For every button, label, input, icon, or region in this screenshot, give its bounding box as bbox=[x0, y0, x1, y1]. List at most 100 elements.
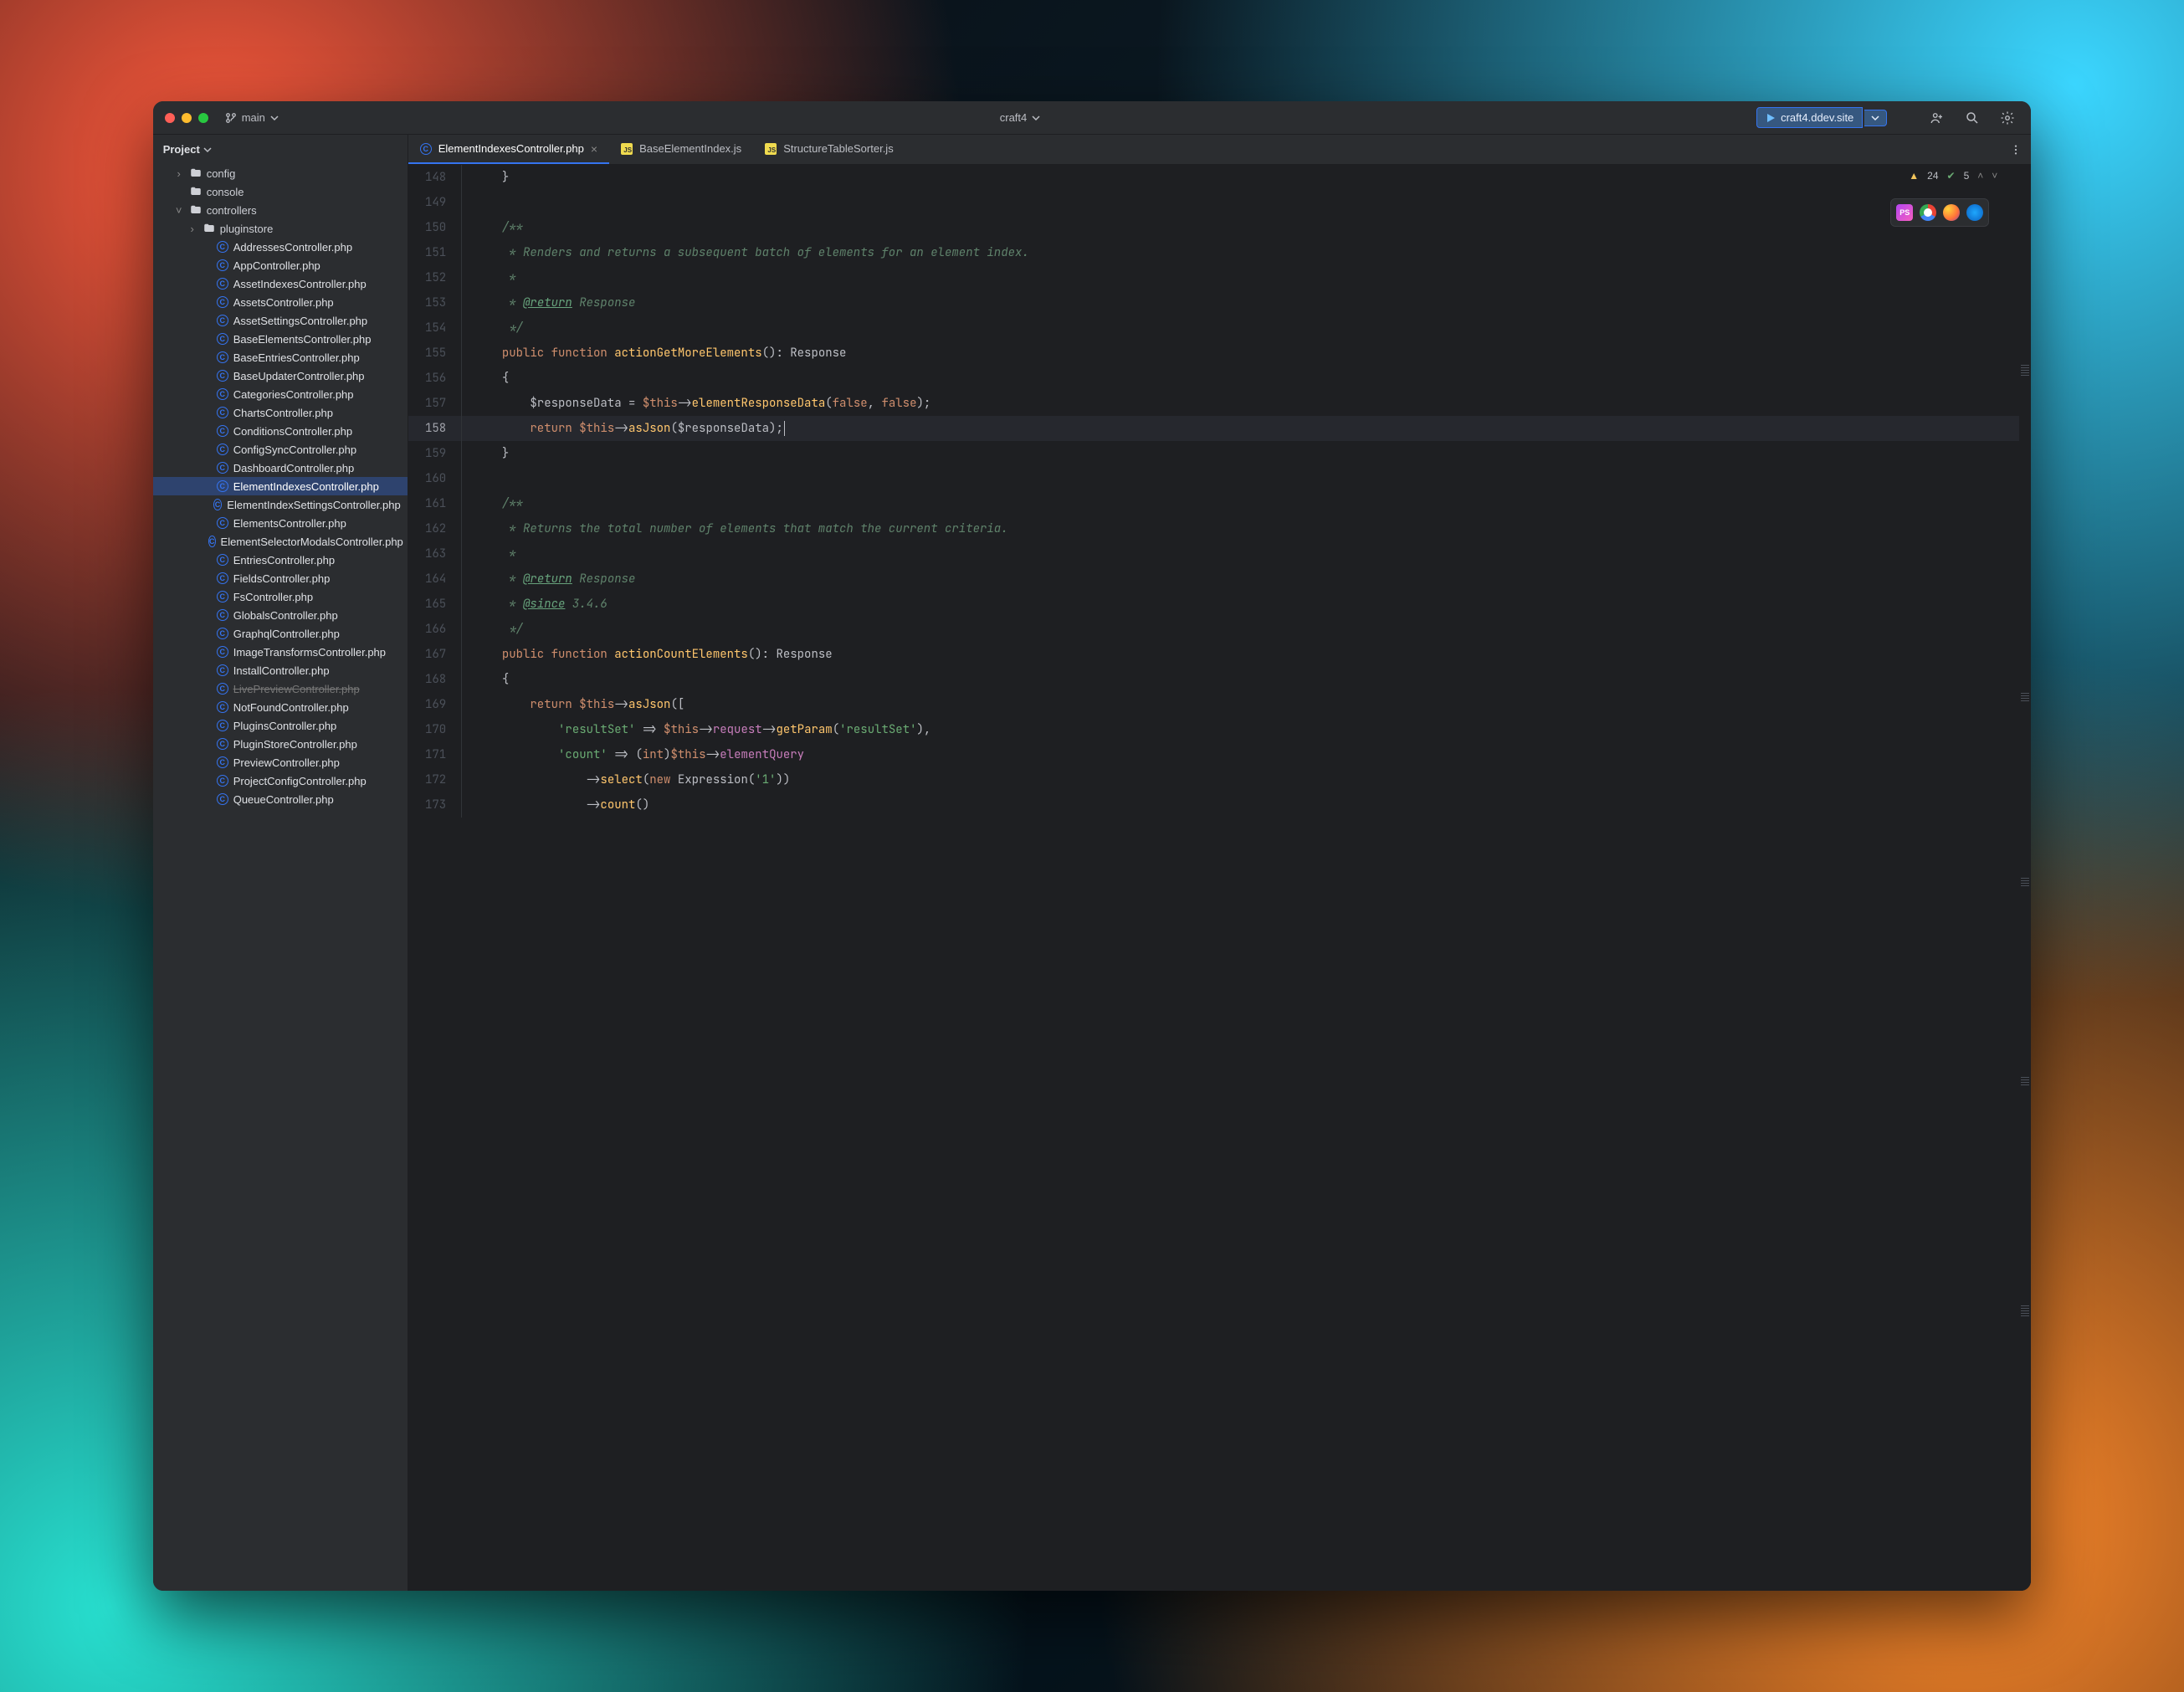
tree-file[interactable]: ›CAddressesController.php bbox=[153, 238, 408, 256]
search-everywhere-button[interactable] bbox=[1961, 106, 1984, 130]
tree-file[interactable]: ›CElementIndexSettingsController.php bbox=[153, 495, 408, 514]
gutter-line-number[interactable]: 171 bbox=[408, 742, 462, 767]
tree-folder[interactable]: ›config bbox=[153, 164, 408, 182]
gutter-line-number[interactable]: 160 bbox=[408, 466, 462, 491]
tree-file[interactable]: ›CBaseElementsController.php bbox=[153, 330, 408, 348]
error-stripe[interactable] bbox=[2019, 165, 2031, 1590]
run-button[interactable]: craft4.ddev.site bbox=[1756, 107, 1863, 128]
tree-file[interactable]: ›CQueueController.php bbox=[153, 790, 408, 808]
vcs-branch-widget[interactable]: main bbox=[220, 109, 284, 126]
code-line[interactable]: 'resultSet' => $this->request->getParam(… bbox=[462, 717, 2032, 742]
tree-file[interactable]: ›CDashboardController.php bbox=[153, 459, 408, 477]
minimize-window-button[interactable] bbox=[182, 113, 192, 123]
code-line[interactable]: * @return Response bbox=[462, 290, 2032, 315]
code-line[interactable]: */ bbox=[462, 315, 2032, 341]
tree-file[interactable]: ›CChartsController.php bbox=[153, 403, 408, 422]
code-line[interactable]: */ bbox=[462, 617, 2032, 642]
gutter-line-number[interactable]: 170 bbox=[408, 717, 462, 742]
tree-file[interactable]: ›CAssetsController.php bbox=[153, 293, 408, 311]
editor-tab[interactable]: JSBaseElementIndex.js bbox=[609, 135, 753, 164]
tree-folder[interactable]: ˅controllers bbox=[153, 201, 408, 219]
gutter-line-number[interactable]: 149 bbox=[408, 190, 462, 215]
tree-folder[interactable]: console bbox=[153, 182, 408, 201]
tabs-menu-button[interactable] bbox=[2001, 135, 2031, 164]
gutter-line-number[interactable]: 156 bbox=[408, 366, 462, 391]
gutter-line-number[interactable]: 158 bbox=[408, 416, 462, 441]
tree-file[interactable]: ›CInstallController.php bbox=[153, 661, 408, 679]
code-line[interactable]: return $this->asJson([ bbox=[462, 692, 2032, 717]
code-line[interactable]: } bbox=[462, 441, 2032, 466]
code-line[interactable] bbox=[462, 190, 2032, 215]
project-selector[interactable]: craft4 bbox=[1000, 111, 1041, 124]
tree-file[interactable]: ›CConditionsController.php bbox=[153, 422, 408, 440]
code-line[interactable]: { bbox=[462, 366, 2032, 391]
code-editor[interactable]: 148 }149 150 /**151 * Renders and return… bbox=[408, 165, 2032, 1590]
gutter-line-number[interactable]: 165 bbox=[408, 592, 462, 617]
tree-file[interactable]: ›CFieldsController.php bbox=[153, 569, 408, 587]
tree-file[interactable]: ›CNotFoundController.php bbox=[153, 698, 408, 716]
gutter-line-number[interactable]: 173 bbox=[408, 792, 462, 818]
tree-file[interactable]: ›CConfigSyncController.php bbox=[153, 440, 408, 459]
tree-file[interactable]: ›CElementSelectorModalsController.php bbox=[153, 532, 408, 551]
tree-file[interactable]: ›CGraphqlController.php bbox=[153, 624, 408, 643]
project-tree[interactable]: ›configconsole˅controllers›pluginstore›C… bbox=[153, 164, 408, 1590]
code-line[interactable]: * Renders and returns a subsequent batch… bbox=[462, 240, 2032, 265]
tree-file[interactable]: ›CFsController.php bbox=[153, 587, 408, 606]
run-config-dropdown[interactable] bbox=[1864, 110, 1887, 126]
tree-file[interactable]: ›CAssetSettingsController.php bbox=[153, 311, 408, 330]
tree-file[interactable]: ›CElementIndexesController.php bbox=[153, 477, 408, 495]
tree-file[interactable]: ›CEntriesController.php bbox=[153, 551, 408, 569]
editor-tab[interactable]: CElementIndexesController.php× bbox=[408, 135, 609, 164]
gutter-line-number[interactable]: 167 bbox=[408, 642, 462, 667]
close-tab-button[interactable]: × bbox=[591, 143, 597, 155]
editor-tab[interactable]: JSStructureTableSorter.js bbox=[753, 135, 905, 164]
gutter-line-number[interactable]: 152 bbox=[408, 265, 462, 290]
gutter-line-number[interactable]: 172 bbox=[408, 767, 462, 792]
code-with-me-button[interactable] bbox=[1925, 106, 1949, 130]
tree-folder[interactable]: ›pluginstore bbox=[153, 219, 408, 238]
gutter-line-number[interactable]: 168 bbox=[408, 667, 462, 692]
project-tool-header[interactable]: Project bbox=[153, 135, 408, 164]
code-line[interactable]: * bbox=[462, 265, 2032, 290]
code-line[interactable]: ->count() bbox=[462, 792, 2032, 818]
tree-file[interactable]: ›CAppController.php bbox=[153, 256, 408, 274]
tree-file[interactable]: ›CPreviewController.php bbox=[153, 753, 408, 772]
gutter-line-number[interactable]: 162 bbox=[408, 516, 462, 541]
tree-file[interactable]: ›CElementsController.php bbox=[153, 514, 408, 532]
code-line[interactable]: /** bbox=[462, 215, 2032, 240]
code-line[interactable]: public function actionCountElements(): R… bbox=[462, 642, 2032, 667]
settings-button[interactable] bbox=[1996, 106, 2019, 130]
gutter-line-number[interactable]: 153 bbox=[408, 290, 462, 315]
tree-file[interactable]: ›CCategoriesController.php bbox=[153, 385, 408, 403]
tree-file[interactable]: ›CPluginStoreController.php bbox=[153, 735, 408, 753]
close-window-button[interactable] bbox=[165, 113, 175, 123]
code-line[interactable]: return $this->asJson($responseData); bbox=[462, 416, 2032, 441]
code-line[interactable]: * Returns the total number of elements t… bbox=[462, 516, 2032, 541]
gutter-line-number[interactable]: 148 bbox=[408, 165, 462, 190]
code-line[interactable] bbox=[462, 466, 2032, 491]
code-line[interactable]: * @since 3.4.6 bbox=[462, 592, 2032, 617]
gutter-line-number[interactable]: 150 bbox=[408, 215, 462, 240]
gutter-line-number[interactable]: 155 bbox=[408, 341, 462, 366]
code-line[interactable]: public function actionGetMoreElements():… bbox=[462, 341, 2032, 366]
gutter-line-number[interactable]: 163 bbox=[408, 541, 462, 567]
code-line[interactable]: $responseData = $this->elementResponseDa… bbox=[462, 391, 2032, 416]
code-line[interactable]: { bbox=[462, 667, 2032, 692]
gutter-line-number[interactable]: 151 bbox=[408, 240, 462, 265]
gutter-line-number[interactable]: 159 bbox=[408, 441, 462, 466]
tree-file[interactable]: ›CImageTransformsController.php bbox=[153, 643, 408, 661]
tree-file[interactable]: ›CGlobalsController.php bbox=[153, 606, 408, 624]
tree-file[interactable]: ›CBaseEntriesController.php bbox=[153, 348, 408, 367]
tree-file[interactable]: ›CAssetIndexesController.php bbox=[153, 274, 408, 293]
gutter-line-number[interactable]: 164 bbox=[408, 567, 462, 592]
gutter-line-number[interactable]: 166 bbox=[408, 617, 462, 642]
gutter-line-number[interactable]: 157 bbox=[408, 391, 462, 416]
code-line[interactable]: * bbox=[462, 541, 2032, 567]
gutter-line-number[interactable]: 161 bbox=[408, 491, 462, 516]
tree-file[interactable]: ›CPluginsController.php bbox=[153, 716, 408, 735]
code-line[interactable]: * @return Response bbox=[462, 567, 2032, 592]
code-line[interactable]: 'count' => (int)$this->elementQuery bbox=[462, 742, 2032, 767]
tree-file[interactable]: ›CBaseUpdaterController.php bbox=[153, 367, 408, 385]
code-line[interactable]: } bbox=[462, 165, 2032, 190]
code-line[interactable]: /** bbox=[462, 491, 2032, 516]
